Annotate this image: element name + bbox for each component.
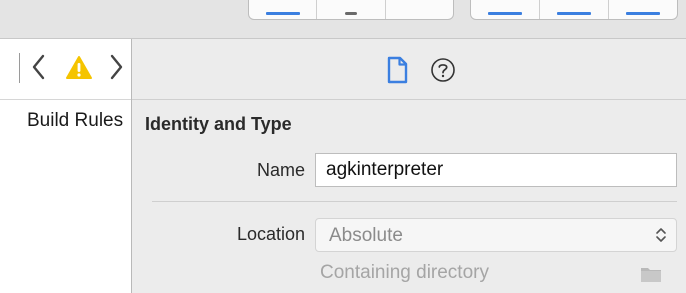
location-select[interactable]: Absolute	[315, 218, 677, 252]
utilities-toggle-button[interactable]	[609, 0, 677, 19]
editor-mode-control[interactable]	[248, 0, 454, 20]
inspector-pane: Identity and Type Name Location Absolute…	[132, 39, 686, 293]
tab-file-inspector[interactable]	[383, 55, 411, 85]
section-divider	[152, 201, 677, 202]
standard-editor-button[interactable]	[249, 0, 318, 19]
section-title-identity: Identity and Type	[145, 114, 292, 134]
location-label: Location	[236, 224, 305, 244]
chevron-right-icon	[110, 54, 123, 80]
editor-pane: Build Rules	[0, 39, 131, 293]
file-icon	[387, 56, 408, 84]
version-editor-button[interactable]	[386, 0, 453, 19]
chevron-left-icon	[32, 54, 45, 80]
warning-icon	[66, 56, 92, 79]
tab-quick-help[interactable]	[429, 55, 457, 85]
name-label: Name	[256, 160, 305, 180]
jump-bar	[0, 39, 131, 100]
toolbar	[0, 0, 686, 39]
name-field[interactable]	[315, 153, 677, 187]
issues-button[interactable]	[64, 49, 94, 85]
containing-directory-label: Containing directory	[320, 262, 489, 283]
question-icon	[431, 58, 455, 82]
assistant-editor-button[interactable]	[317, 0, 386, 19]
folder-icon[interactable]	[640, 265, 662, 283]
navigator-toggle-button[interactable]	[471, 0, 540, 19]
back-button[interactable]	[29, 49, 49, 85]
jump-bar-separator	[19, 53, 20, 83]
debug-area-toggle-button[interactable]	[540, 0, 609, 19]
tab-build-rules[interactable]: Build Rules	[27, 110, 131, 132]
location-value: Absolute	[329, 225, 403, 246]
stepper-chevrons-icon	[656, 228, 666, 242]
view-toggle-control[interactable]	[470, 0, 678, 20]
inspector-tabs	[132, 39, 686, 100]
forward-button[interactable]	[106, 49, 126, 85]
